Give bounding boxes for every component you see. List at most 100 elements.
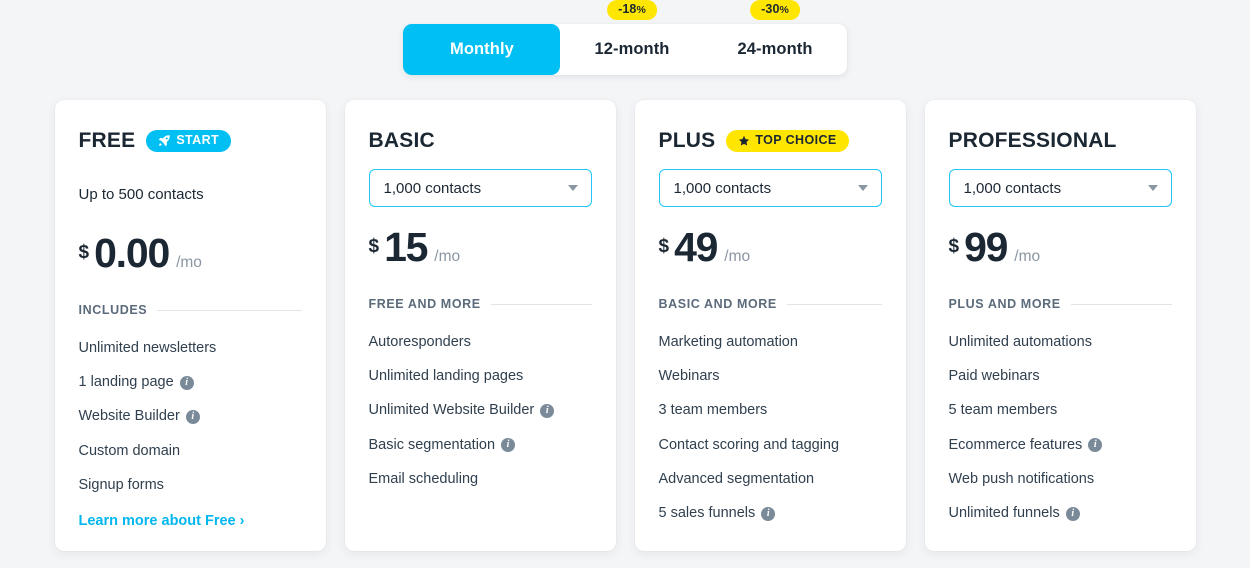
contacts-select-value: 1,000 contacts: [383, 179, 482, 197]
discount-percent-sign: %: [779, 4, 789, 16]
price-amount: 15: [384, 224, 428, 270]
feature-list: Unlimited newsletters 1 landing page i Webs…: [79, 331, 302, 503]
plan-name: BASIC: [368, 129, 435, 152]
feature-label: Contact scoring and tagging: [658, 436, 840, 453]
discount-badge: -18%: [607, 0, 657, 21]
feature-item: Basic segmentation i: [369, 428, 592, 462]
feature-item: Unlimited newsletters: [79, 331, 302, 365]
pricing-card-professional: PROFESSIONAL 1,000 contacts $99/mo PLUS AND…: [924, 100, 1196, 552]
feature-item: Web push notifications: [949, 463, 1172, 497]
discount-badge: -30%: [750, 0, 800, 21]
top-choice-badge: TOP CHOICE: [726, 130, 849, 152]
features-section-label-text: INCLUDES: [78, 303, 148, 317]
feature-item: Website Builder i: [79, 400, 302, 434]
star-icon: [738, 135, 750, 147]
feature-label: Signup forms: [78, 477, 164, 494]
billing-tab-12-month[interactable]: -18% 12-month: [560, 0, 703, 75]
plan-name: PLUS: [658, 129, 716, 152]
chevron-down-icon: [857, 185, 868, 191]
feature-label: Unlimited funnels: [948, 505, 1060, 522]
discount-value: -30: [761, 2, 780, 16]
currency-symbol: $: [658, 236, 670, 257]
price-period: /mo: [724, 248, 751, 265]
feature-label: Paid webinars: [948, 367, 1040, 384]
currency-symbol: $: [78, 242, 90, 263]
feature-label: Webinars: [658, 367, 720, 384]
features-section-label-text: PLUS AND MORE: [948, 297, 1061, 311]
price-period: /mo: [1014, 248, 1041, 265]
pricing-cards-row: FREE START Up to 500 contacts $0.00/mo INCLU…: [0, 100, 1250, 552]
feature-list: Marketing automation Webinars 3 team membe…: [659, 325, 882, 531]
info-icon[interactable]: i: [185, 409, 200, 424]
billing-tab-label: 24-month: [737, 40, 813, 58]
price-row: $15/mo: [369, 227, 592, 271]
feature-item: 5 sales funnels i: [659, 497, 882, 531]
info-icon[interactable]: i: [1065, 507, 1080, 522]
contacts-select[interactable]: 1,000 contacts: [368, 169, 592, 207]
feature-label: Unlimited landing pages: [368, 367, 524, 384]
feature-list: Unlimited automations Paid webinars 5 team…: [949, 325, 1172, 531]
feature-item: Ecommerce features i: [949, 428, 1172, 462]
feature-item: Autoresponders: [369, 325, 592, 359]
badge-label: START: [176, 133, 220, 148]
learn-more-link[interactable]: Learn more about Free ›: [79, 513, 302, 529]
info-icon[interactable]: i: [540, 403, 555, 418]
info-icon[interactable]: i: [761, 507, 776, 522]
start-badge[interactable]: START: [146, 130, 232, 152]
price-period: /mo: [434, 248, 461, 265]
billing-tab-24-month[interactable]: -30% 24-month: [704, 0, 847, 75]
feature-label: Advanced segmentation: [658, 471, 815, 488]
feature-item: Paid webinars: [949, 359, 1172, 393]
feature-item: 3 team members: [659, 394, 882, 428]
contacts-select-value: 1,000 contacts: [673, 179, 772, 197]
divider: [157, 309, 302, 311]
billing-period-toggle[interactable]: Monthly -18% 12-month -30% 24-month: [403, 0, 847, 75]
card-header: PLUS TOP CHOICE: [659, 127, 882, 155]
contacts-select[interactable]: 1,000 contacts: [948, 169, 1172, 207]
feature-label: 3 team members: [658, 402, 768, 419]
feature-label: 5 team members: [948, 402, 1058, 419]
currency-symbol: $: [368, 236, 380, 257]
plan-name: PROFESSIONAL: [948, 129, 1117, 152]
feature-item: Webinars: [659, 359, 882, 393]
card-header: FREE START: [79, 127, 302, 155]
feature-label: Autoresponders: [368, 333, 471, 350]
feature-label: 5 sales funnels: [658, 505, 756, 522]
feature-item: 5 team members: [949, 394, 1172, 428]
feature-item: 1 landing page i: [79, 365, 302, 399]
feature-item: Advanced segmentation: [659, 463, 882, 497]
info-icon[interactable]: i: [501, 438, 516, 453]
feature-item: Unlimited landing pages: [369, 359, 592, 393]
feature-label: 1 landing page: [78, 373, 174, 390]
pricing-card-free: FREE START Up to 500 contacts $0.00/mo INCLU…: [54, 100, 326, 552]
billing-tab-monthly[interactable]: Monthly: [403, 24, 561, 75]
features-section-label-text: FREE AND MORE: [368, 297, 481, 311]
features-section-label: FREE AND MORE: [369, 297, 592, 311]
plan-name: FREE: [78, 129, 136, 152]
feature-label: Marketing automation: [658, 333, 798, 350]
feature-item: Unlimited Website Builder i: [369, 394, 592, 428]
info-icon[interactable]: i: [1088, 438, 1103, 453]
pricing-card-basic: BASIC 1,000 contacts $15/mo FREE AND MORE Au…: [344, 100, 616, 552]
feature-label: Unlimited Website Builder: [368, 402, 535, 419]
card-header: BASIC: [369, 127, 592, 155]
feature-label: Ecommerce features: [948, 436, 1083, 453]
divider: [786, 303, 882, 305]
price-row: $49/mo: [659, 227, 882, 271]
features-section-label: INCLUDES: [79, 303, 302, 317]
price-row: $0.00/mo: [79, 233, 302, 277]
billing-tab-label: Monthly: [449, 40, 514, 58]
info-icon[interactable]: i: [179, 375, 194, 390]
contacts-select[interactable]: 1,000 contacts: [658, 169, 882, 207]
feature-label: Email scheduling: [368, 471, 479, 488]
feature-label: Unlimited automations: [948, 333, 1092, 350]
price-period: /mo: [176, 254, 202, 271]
feature-item: Custom domain: [79, 434, 302, 468]
rocket-icon: [158, 134, 171, 147]
discount-value: -18: [618, 2, 637, 16]
feature-item: Signup forms: [79, 469, 302, 503]
features-section-label: PLUS AND MORE: [949, 297, 1172, 311]
feature-label: Unlimited newsletters: [78, 339, 217, 356]
feature-item: Contact scoring and tagging: [659, 428, 882, 462]
contacts-limit-text: Up to 500 contacts: [78, 185, 204, 203]
